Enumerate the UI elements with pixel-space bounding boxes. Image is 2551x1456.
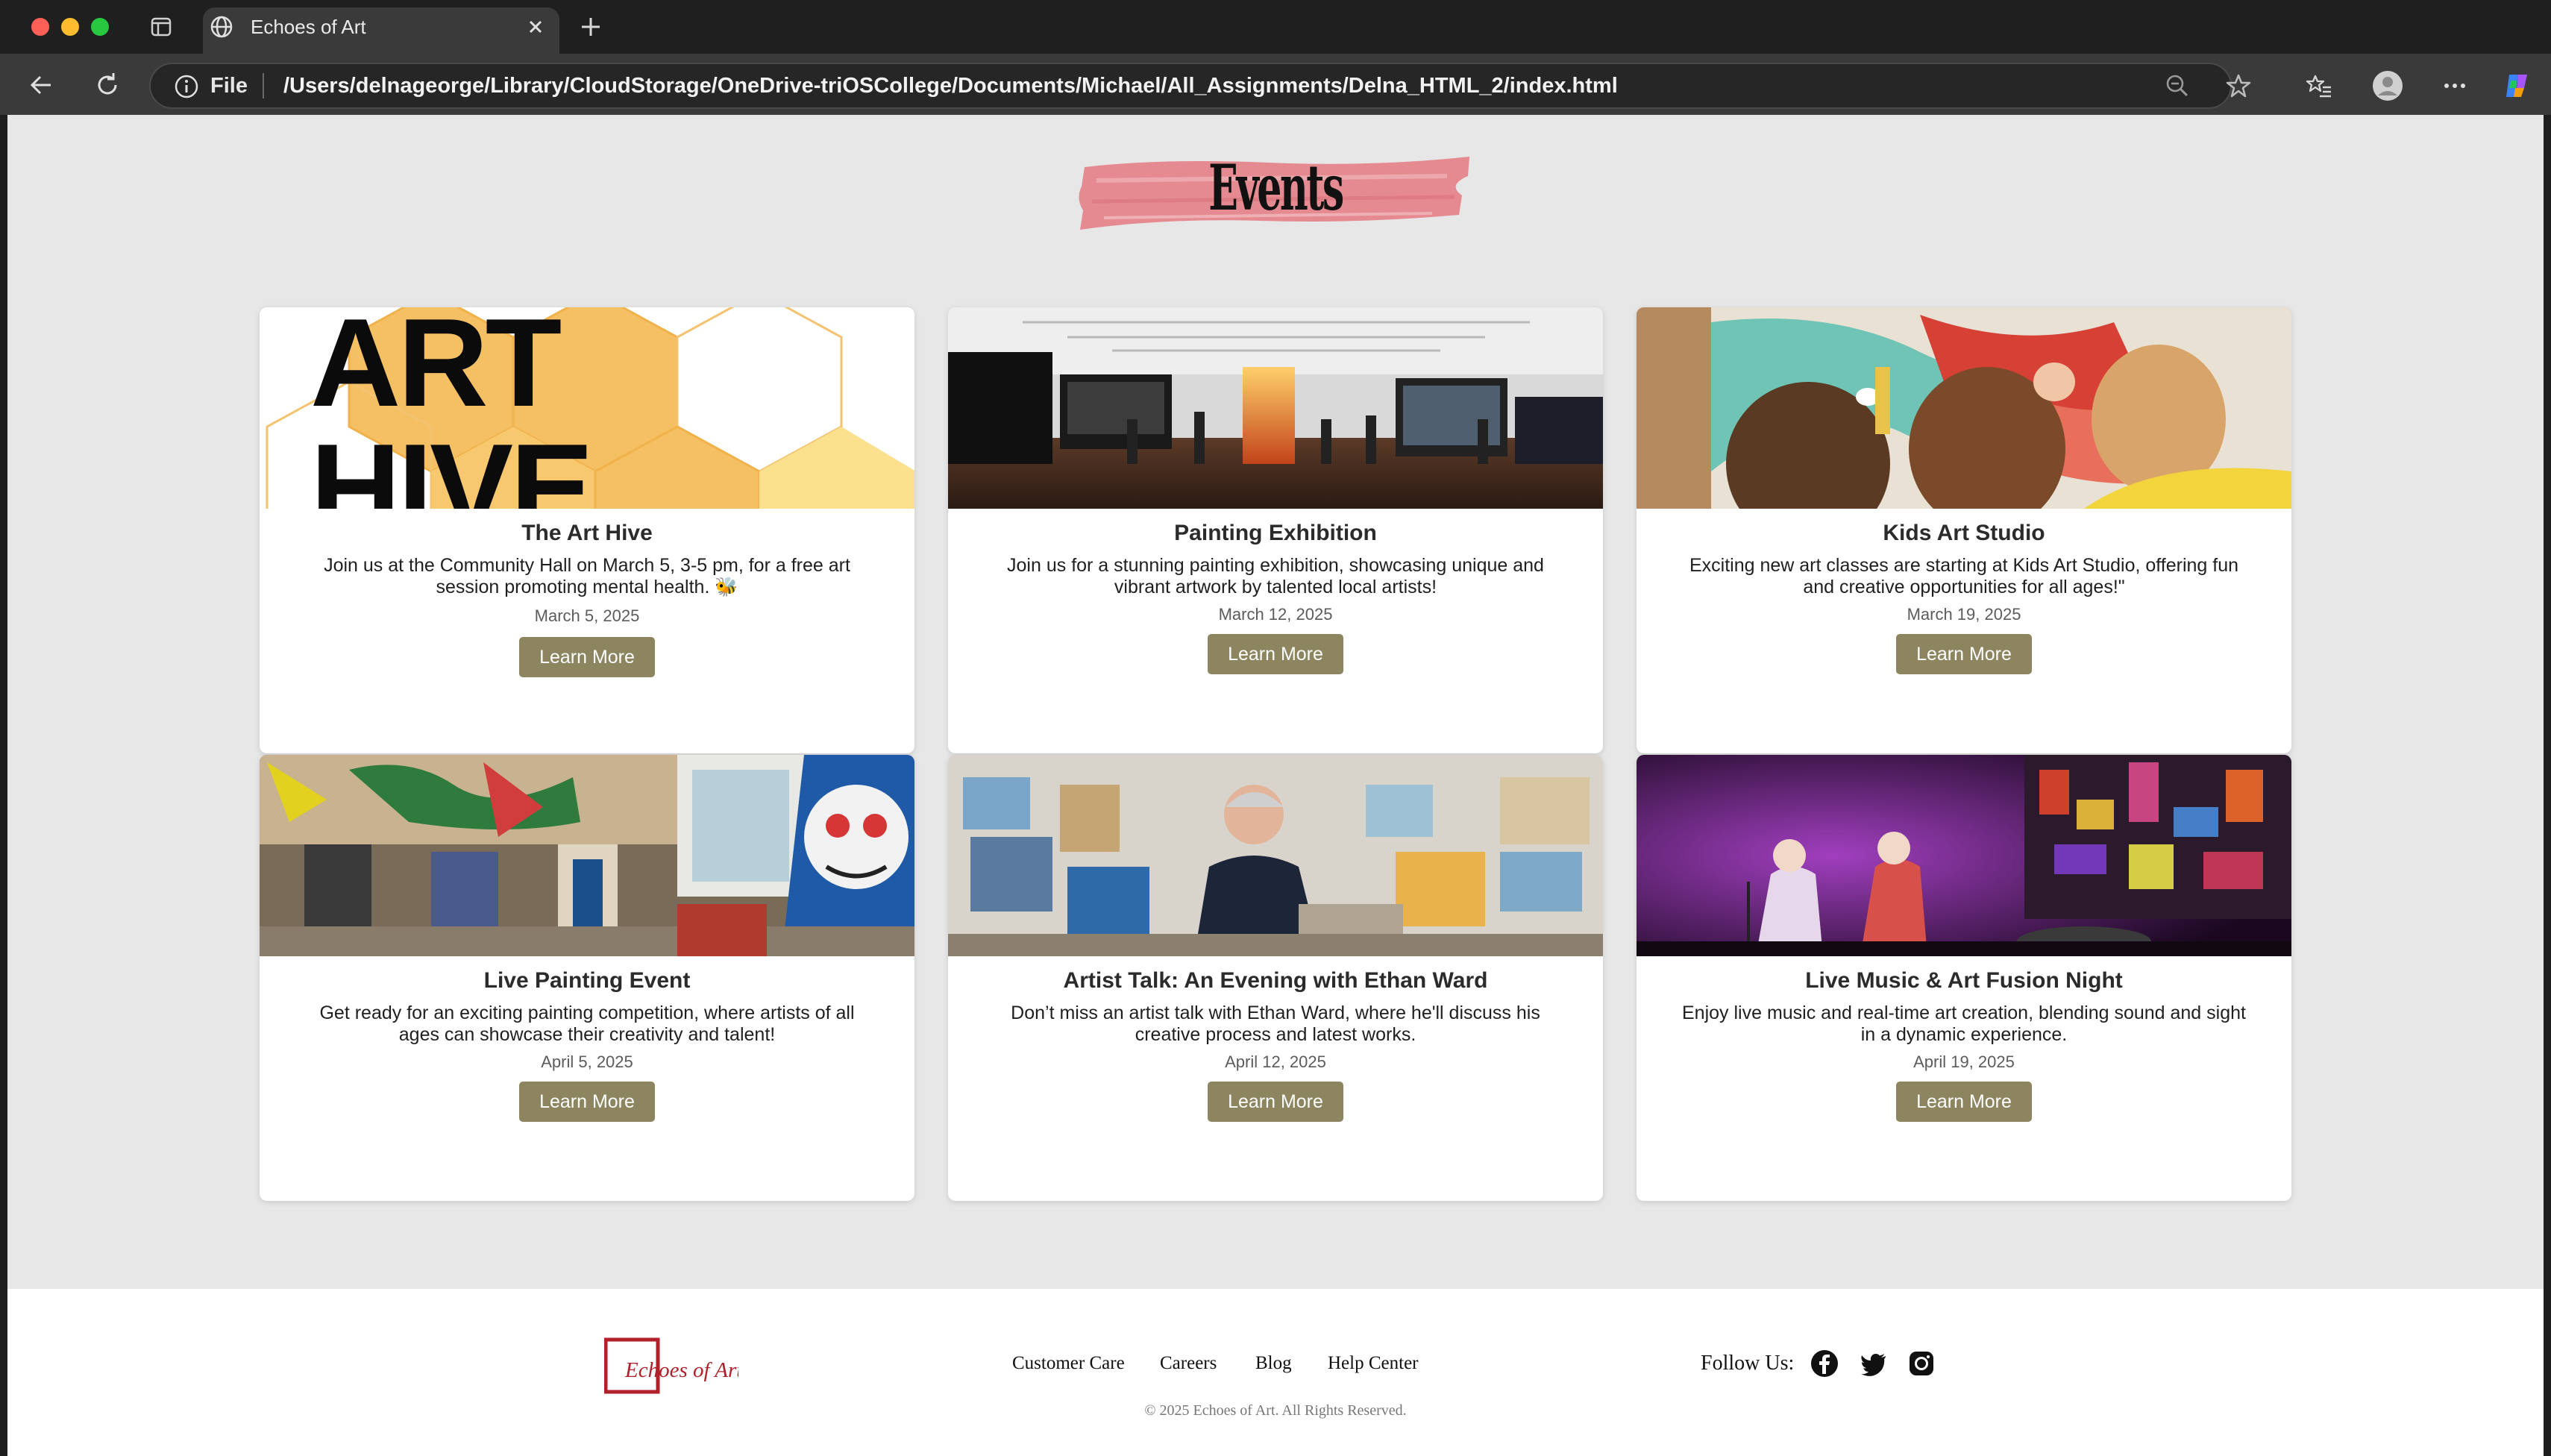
echoes-of-art-logo[interactable]: Echoes of Art [604,1329,738,1411]
learn-more-button[interactable]: Learn More [519,637,655,677]
footer-link-blog[interactable]: Blog [1255,1352,1292,1375]
music-art-fusion-image [1637,755,2291,956]
globe-icon [210,16,233,38]
back-arrow-icon[interactable] [27,70,57,100]
favorite-star-icon[interactable] [2224,72,2253,100]
url-text[interactable]: /Users/delnageorge/Library/CloudStorage/… [283,72,1618,100]
follow-us-label: Follow Us: [1701,1352,1795,1375]
event-date: April 12, 2025 [1225,1052,1326,1071]
close-window-button[interactable] [31,18,49,36]
event-description: Get ready for an exciting painting compe… [319,1002,855,1045]
learn-more-button[interactable]: Learn More [1208,1082,1343,1122]
painting-exhibition-image [948,307,1603,509]
address-divider [263,73,264,98]
reload-icon[interactable] [92,70,122,100]
kids-art-studio-image [1637,307,2291,509]
footer-link-careers[interactable]: Careers [1160,1352,1217,1375]
file-scheme-label: File [210,74,248,98]
favorites-list-icon[interactable] [2305,72,2333,100]
site-info-icon[interactable] [173,73,200,100]
event-description: Join us for a stunning painting exhibiti… [1007,555,1544,597]
event-title: Live Painting Event [483,968,691,993]
copyright-text: © 2025 Echoes of Art. All Rights Reserve… [1144,1402,1407,1419]
event-card-art-hive: ART HIVE The Art Hive Join us at the Com… [260,307,914,753]
event-title: Artist Talk: An Evening with Ethan Ward [1063,968,1488,993]
learn-more-button[interactable]: Learn More [1896,1082,2032,1122]
footer-link-help-center[interactable]: Help Center [1328,1352,1418,1375]
event-card-music-art-fusion: Live Music & Art Fusion Night Enjoy live… [1637,755,2291,1201]
close-tab-icon[interactable] [522,13,549,40]
art-hive-image-text-art: ART [310,307,561,433]
event-title: Painting Exhibition [1174,521,1377,545]
profile-avatar-icon[interactable] [2372,70,2403,101]
footer-link-customer-care[interactable]: Customer Care [1012,1352,1125,1375]
instagram-icon[interactable] [1907,1349,1936,1378]
live-painting-image [260,755,914,956]
copilot-icon[interactable] [2502,70,2533,101]
artist-talk-image [948,755,1603,956]
page-title: Events [1208,151,1344,225]
event-title: Live Music & Art Fusion Night [1805,968,2123,993]
page-viewport: Events ART HIVE The Art Hive Join us at … [7,115,2544,1456]
learn-more-button[interactable]: Learn More [1896,634,2032,674]
event-date: March 12, 2025 [1218,605,1333,624]
art-hive-image-text-hive: HIVE [310,418,591,509]
logo-text: Echoes of Art [624,1358,738,1382]
event-card-live-painting: Live Painting Event Get ready for an exc… [260,755,914,1201]
event-date: March 19, 2025 [1907,605,2021,624]
event-description: Join us at the Community Hall on March 5… [324,555,850,597]
event-card-artist-talk: Artist Talk: An Evening with Ethan Ward … [948,755,1603,1201]
art-hive-image: ART HIVE [260,307,914,509]
event-date: March 5, 2025 [534,606,640,625]
event-description: Enjoy live music and real-time art creat… [1682,1002,2246,1045]
minimize-window-button[interactable] [61,18,79,36]
new-tab-icon[interactable] [576,12,606,42]
zoom-out-icon[interactable] [2163,72,2191,100]
event-title: The Art Hive [521,521,653,545]
learn-more-button[interactable]: Learn More [1208,634,1343,674]
maximize-window-button[interactable] [91,18,109,36]
facebook-icon[interactable] [1810,1349,1839,1378]
event-date: April 19, 2025 [1913,1052,2015,1071]
event-card-kids-art-studio: Kids Art Studio Exciting new art classes… [1637,307,2291,753]
twitter-icon[interactable] [1859,1349,1889,1378]
tab-title: Echoes of Art [251,16,366,38]
tab-actions-icon[interactable] [149,15,173,39]
event-description: Exciting new art classes are starting at… [1689,555,2239,597]
learn-more-button[interactable]: Learn More [519,1082,655,1122]
more-options-icon[interactable] [2441,72,2469,100]
event-card-painting-exhibition: Painting Exhibition Join us for a stunni… [948,307,1603,753]
event-date: April 5, 2025 [541,1052,633,1071]
event-description: Don’t miss an artist talk with Ethan War… [1011,1002,1540,1045]
event-title: Kids Art Studio [1883,521,2045,545]
